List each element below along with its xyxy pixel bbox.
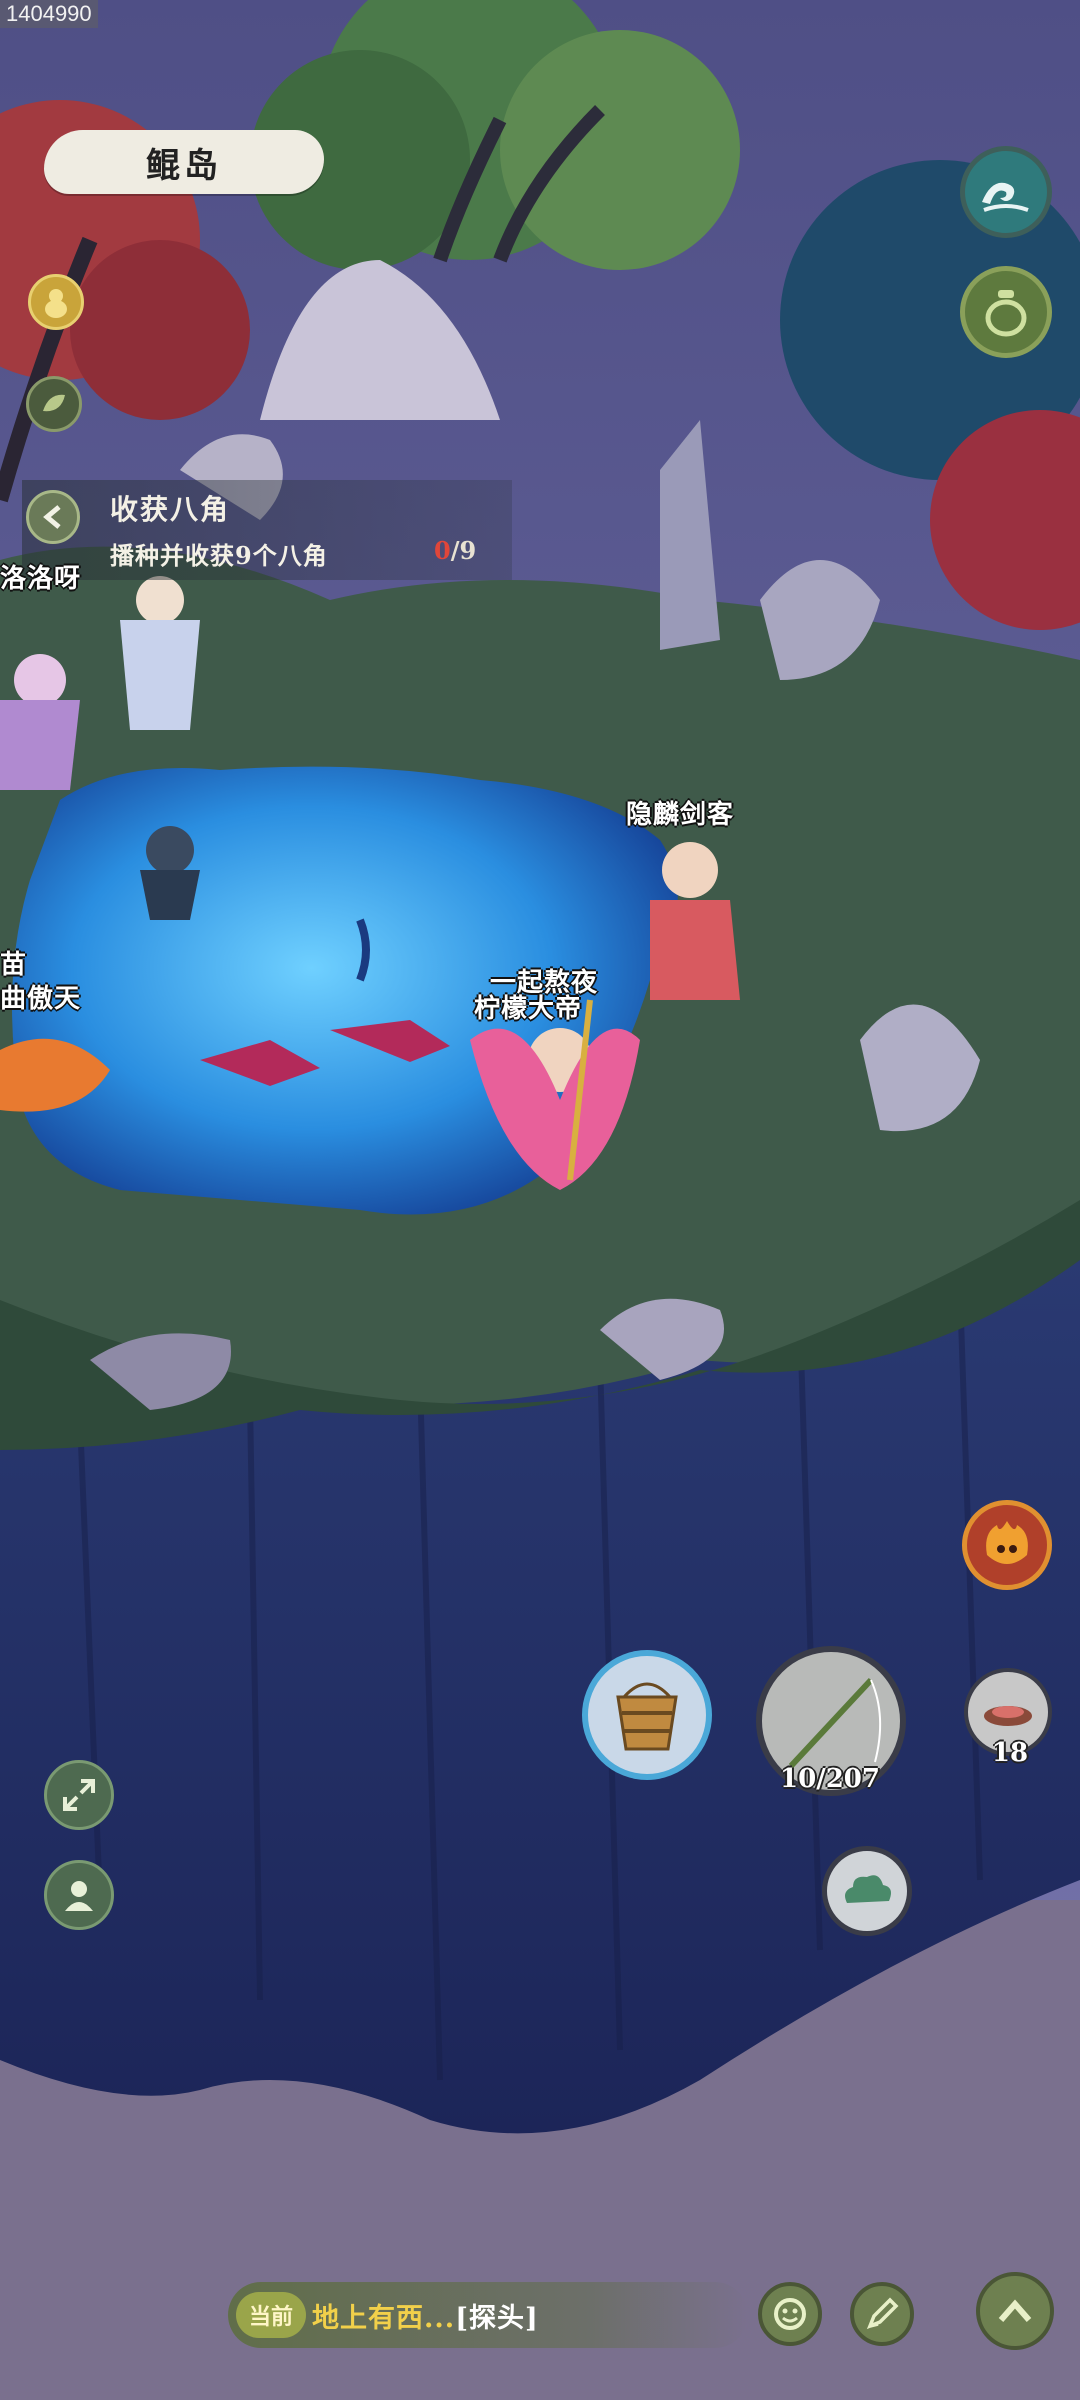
person-icon [65,1881,93,1911]
emote-button[interactable] [758,2282,822,2346]
player-name-tag: 洛洛呀 [0,564,82,594]
collapse-menu-button[interactable] [976,2272,1054,2350]
cloud-button[interactable] [822,1846,912,1936]
avatar-button[interactable] [44,1860,114,1930]
chevron-left-icon [43,505,61,529]
npc-name-tag: 隐麟剑客 [626,800,735,830]
quest-progress-current: 0 [434,536,451,565]
screen-id-label: 1404990 [0,0,98,28]
player-name-tag: 苗 [0,950,28,980]
chat-message[interactable]: 地上有西...[探头] [312,2296,539,2335]
pen-icon [866,2297,899,2330]
quest-collapse-button[interactable] [26,490,80,544]
expand-button[interactable] [44,1760,114,1830]
player-name-tag: 曲傲天 [0,984,82,1014]
quest-progress-total: /9 [450,536,477,565]
chat-message-text: 地上有西... [312,2303,456,2334]
jar-icon[interactable] [960,266,1052,358]
fire-spirit-icon[interactable] [962,1500,1052,1590]
quest-title: 收获八角 [110,493,231,526]
location-name: 鲲岛 [44,130,324,194]
cloud-icon [845,1875,891,1903]
game-scene [0,0,1080,2400]
quest-description: 播种并收获9个八角 [110,541,328,570]
smile-icon [774,2298,806,2330]
bucket-icon [616,1682,678,1751]
edit-button[interactable] [850,2282,914,2346]
bait-count: 18 [991,1738,1029,1768]
bucket-button[interactable] [582,1650,712,1780]
chevron-up-icon [998,2299,1032,2322]
bait-icon [984,1706,1032,1726]
fishing-rod-icon [788,1677,882,1769]
expand-icon [63,1779,95,1811]
gourd-icon[interactable] [28,274,84,330]
leaf-icon[interactable] [26,376,82,432]
wave-icon[interactable] [960,146,1052,238]
rod-durability: 10/207 [780,1764,880,1794]
player-name-tag: 柠檬大帝 [474,994,583,1024]
chat-action[interactable]: [探头] [455,2303,539,2334]
current-badge: 当前 [236,2292,306,2338]
quest-progress: 0/9 [434,536,476,565]
